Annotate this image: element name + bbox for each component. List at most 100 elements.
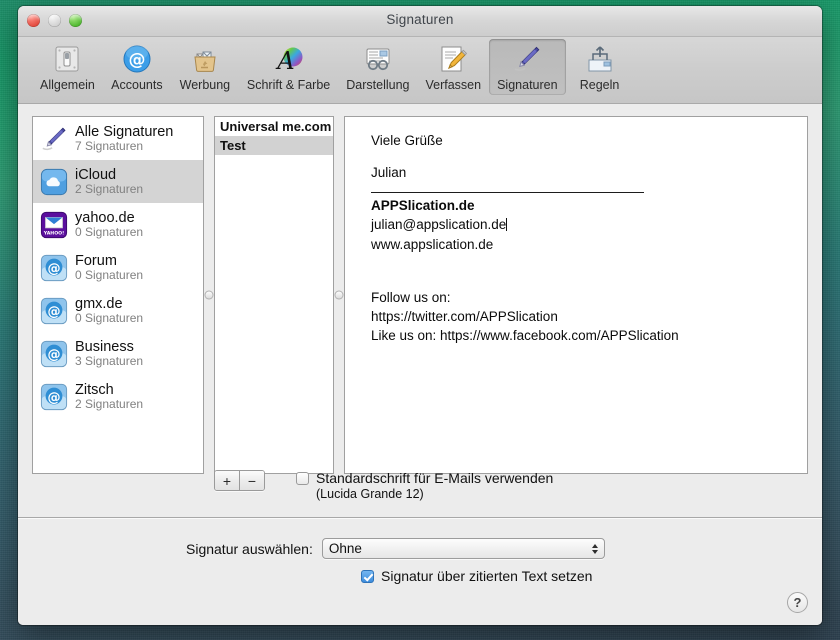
spacer bbox=[371, 150, 795, 163]
account-name: Zitsch bbox=[75, 382, 143, 398]
signature-email: julian@appslication.de bbox=[371, 217, 506, 232]
account-row-zitsch[interactable]: @ Zitsch 2 Signaturen bbox=[33, 375, 203, 418]
signature-greeting: Viele Grüße bbox=[371, 131, 795, 150]
bottom-section: Signatur auswählen: Ohne Signatur über z… bbox=[18, 518, 822, 625]
account-count: 0 Signaturen bbox=[75, 269, 143, 282]
preferences-toolbar: Allgemein @ Accounts bbox=[18, 37, 822, 104]
account-name: yahoo.de bbox=[75, 210, 143, 226]
signature-row-test[interactable]: Test bbox=[215, 136, 333, 155]
account-count: 2 Signaturen bbox=[75, 183, 143, 196]
signature-name: Julian bbox=[371, 163, 795, 182]
svg-text:@: @ bbox=[47, 390, 60, 405]
signature-editor-body[interactable]: Viele Grüße Julian APPSlication.de julia… bbox=[345, 117, 807, 355]
account-count: 3 Signaturen bbox=[75, 355, 143, 368]
account-row-business[interactable]: @ Business 3 Signaturen bbox=[33, 332, 203, 375]
svg-text:YAHOO!: YAHOO! bbox=[43, 230, 64, 236]
add-remove-signature-group: + − bbox=[214, 470, 265, 491]
account-name: Alle Signaturen bbox=[75, 124, 173, 140]
account-name: Business bbox=[75, 339, 143, 355]
signature-editor[interactable]: Viele Grüße Julian APPSlication.de julia… bbox=[344, 116, 808, 474]
three-pane-layout: Alle Signaturen 7 Signaturen bbox=[18, 104, 822, 462]
account-text: Business 3 Signaturen bbox=[75, 339, 143, 369]
toolbar-item-darstellung[interactable]: Darstellung bbox=[338, 39, 417, 95]
toolbar-label-signaturen: Signaturen bbox=[497, 78, 557, 92]
account-count: 2 Signaturen bbox=[75, 398, 143, 411]
switch-icon bbox=[51, 43, 83, 75]
toolbar-label-verfassen: Verfassen bbox=[426, 78, 482, 92]
account-row-icloud[interactable]: iCloud 2 Signaturen bbox=[33, 160, 203, 203]
accounts-list[interactable]: Alle Signaturen 7 Signaturen bbox=[32, 116, 204, 474]
font-color-icon: A bbox=[273, 43, 305, 75]
signature-email-line: julian@appslication.de bbox=[371, 215, 795, 234]
splitter-accounts-signatures[interactable] bbox=[204, 116, 214, 474]
window-titlebar: Signaturen bbox=[18, 6, 822, 37]
default-font-sublabel: (Lucida Grande 12) bbox=[316, 487, 553, 501]
signature-website: www.appslication.de bbox=[371, 235, 795, 254]
toolbar-item-allgemein[interactable]: Allgemein bbox=[32, 39, 103, 95]
signature-follow-label: Follow us on: bbox=[371, 288, 795, 307]
signature-select-popup[interactable]: Ohne bbox=[322, 538, 605, 559]
signature-facebook-url: Like us on: https://www.facebook.com/APP… bbox=[371, 326, 795, 345]
account-row-alle-signaturen[interactable]: Alle Signaturen 7 Signaturen bbox=[33, 117, 203, 160]
yahoo-mail-icon: YAHOO! bbox=[40, 211, 68, 239]
preferences-content: Alle Signaturen 7 Signaturen bbox=[18, 104, 822, 625]
svg-text:@: @ bbox=[47, 347, 60, 362]
toolbar-label-accounts: Accounts bbox=[111, 78, 162, 92]
signature-twitter-url: https://twitter.com/APPSlication bbox=[371, 307, 795, 326]
icloud-icon bbox=[40, 168, 68, 196]
resize-grip-handle[interactable] bbox=[336, 292, 343, 299]
toolbar-label-allgemein: Allgemein bbox=[40, 78, 95, 92]
account-text: iCloud 2 Signaturen bbox=[75, 167, 143, 197]
default-font-option: Standardschrift für E-Mails verwenden (L… bbox=[296, 470, 553, 501]
svg-text:@: @ bbox=[47, 304, 60, 319]
toolbar-item-regeln[interactable]: Regeln bbox=[566, 39, 634, 95]
default-font-label: Standardschrift für E-Mails verwenden bbox=[316, 470, 553, 486]
quote-checkbox-row[interactable]: Signatur über zitierten Text setzen bbox=[18, 568, 822, 584]
at-account-icon: @ bbox=[40, 340, 68, 368]
signature-divider-rule bbox=[371, 192, 644, 193]
default-font-checkbox-row[interactable]: Standardschrift für E-Mails verwenden bbox=[296, 470, 553, 486]
toolbar-item-verfassen[interactable]: Verfassen bbox=[418, 39, 490, 95]
toolbar-item-accounts[interactable]: @ Accounts bbox=[103, 39, 171, 95]
toolbar-label-werbung: Werbung bbox=[180, 78, 231, 92]
eyeglasses-icon bbox=[362, 43, 394, 75]
account-name: gmx.de bbox=[75, 296, 143, 312]
signature-row-universal[interactable]: Universal me.com bbox=[215, 117, 333, 136]
chevron-updown-icon bbox=[592, 544, 598, 554]
add-signature-button[interactable]: + bbox=[215, 471, 239, 490]
signature-social-block: Follow us on: https://twitter.com/APPSli… bbox=[371, 288, 795, 345]
signature-select-value: Ohne bbox=[329, 541, 362, 556]
arrows-rules-icon bbox=[584, 43, 616, 75]
toolbar-item-signaturen[interactable]: Signaturen bbox=[489, 39, 565, 95]
quote-signature-checkbox[interactable] bbox=[361, 570, 374, 583]
account-row-gmx[interactable]: @ gmx.de 0 Signaturen bbox=[33, 289, 203, 332]
help-button[interactable]: ? bbox=[787, 592, 808, 613]
toolbar-label-schrift-farbe: Schrift & Farbe bbox=[247, 78, 330, 92]
svg-text:A: A bbox=[275, 47, 294, 74]
resize-grip-handle[interactable] bbox=[206, 292, 213, 299]
account-count: 7 Signaturen bbox=[75, 140, 173, 153]
account-text: Alle Signaturen 7 Signaturen bbox=[75, 124, 173, 154]
pencil-note-icon bbox=[437, 43, 469, 75]
account-row-yahoo[interactable]: YAHOO! yahoo.de 0 Signaturen bbox=[33, 203, 203, 246]
toolbar-item-schrift-farbe[interactable]: A Schrift & Farbe bbox=[239, 39, 338, 95]
at-account-icon: @ bbox=[40, 254, 68, 282]
remove-signature-button[interactable]: − bbox=[239, 471, 264, 490]
account-text: Forum 0 Signaturen bbox=[75, 253, 143, 283]
account-name: iCloud bbox=[75, 167, 143, 183]
toolbar-label-darstellung: Darstellung bbox=[346, 78, 409, 92]
editor-controls-row: + − Standardschrift für E-Mails verwende… bbox=[18, 462, 822, 501]
toolbar-label-regeln: Regeln bbox=[580, 78, 620, 92]
signature-list[interactable]: Universal me.com Test bbox=[214, 116, 334, 474]
splitter-signatures-editor[interactable] bbox=[334, 116, 344, 474]
text-cursor bbox=[506, 218, 507, 231]
fountain-pen-icon bbox=[511, 43, 543, 75]
svg-text:@: @ bbox=[128, 50, 145, 70]
toolbar-item-werbung[interactable]: Werbung bbox=[171, 39, 239, 95]
account-text: gmx.de 0 Signaturen bbox=[75, 296, 143, 326]
fountain-pen-icon bbox=[40, 125, 68, 153]
account-row-forum[interactable]: @ Forum 0 Signaturen bbox=[33, 246, 203, 289]
default-font-checkbox[interactable] bbox=[296, 472, 309, 485]
signature-company: APPSlication.de bbox=[371, 196, 795, 215]
at-sign-icon: @ bbox=[121, 43, 153, 75]
